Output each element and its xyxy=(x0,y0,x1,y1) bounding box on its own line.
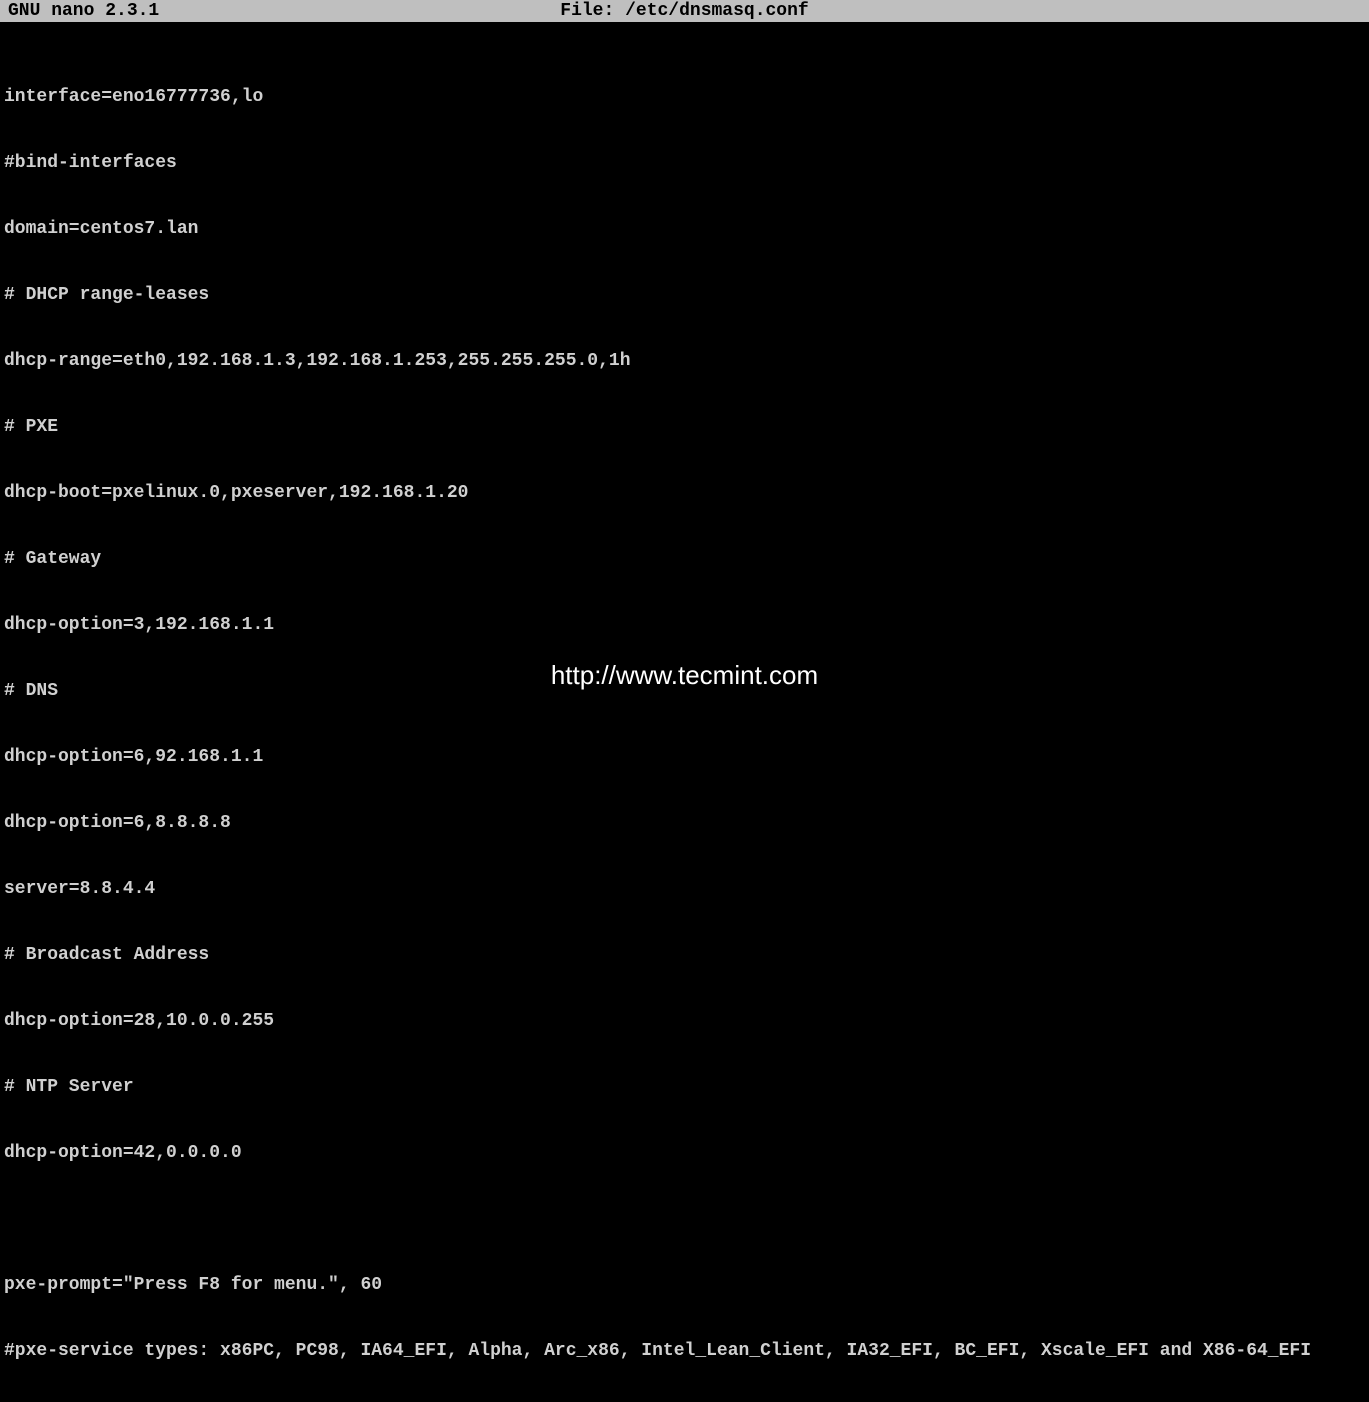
config-line: dhcp-option=28,10.0.0.255 xyxy=(4,1010,1365,1032)
config-line: server=8.8.4.4 xyxy=(4,878,1365,900)
config-line: pxe-prompt="Press F8 for menu.", 60 xyxy=(4,1274,1365,1296)
nano-title-bar: GNU nano 2.3.1 File: /etc/dnsmasq.conf xyxy=(0,0,1369,22)
config-line: # NTP Server xyxy=(4,1076,1365,1098)
config-line: domain=centos7.lan xyxy=(4,218,1365,240)
config-line: interface=eno16777736,lo xyxy=(4,86,1365,108)
config-line: # DHCP range-leases xyxy=(4,284,1365,306)
app-name: GNU nano 2.3.1 xyxy=(8,1,159,21)
config-line xyxy=(4,1208,1365,1230)
config-line: dhcp-range=eth0,192.168.1.3,192.168.1.25… xyxy=(4,350,1365,372)
config-line: #bind-interfaces xyxy=(4,152,1365,174)
watermark-url: http://www.tecmint.com xyxy=(551,660,818,691)
config-line: dhcp-boot=pxelinux.0,pxeserver,192.168.1… xyxy=(4,482,1365,504)
config-line: dhcp-option=6,8.8.8.8 xyxy=(4,812,1365,834)
config-line: # Gateway xyxy=(4,548,1365,570)
config-line: dhcp-option=6,92.168.1.1 xyxy=(4,746,1365,768)
config-line: dhcp-option=42,0.0.0.0 xyxy=(4,1142,1365,1164)
config-line: # PXE xyxy=(4,416,1365,438)
config-line: #pxe-service types: x86PC, PC98, IA64_EF… xyxy=(4,1340,1365,1362)
editor-content[interactable]: interface=eno16777736,lo #bind-interface… xyxy=(0,22,1369,1402)
file-label: File: /etc/dnsmasq.conf xyxy=(560,1,808,21)
config-line: dhcp-option=3,192.168.1.1 xyxy=(4,614,1365,636)
config-line: # Broadcast Address xyxy=(4,944,1365,966)
